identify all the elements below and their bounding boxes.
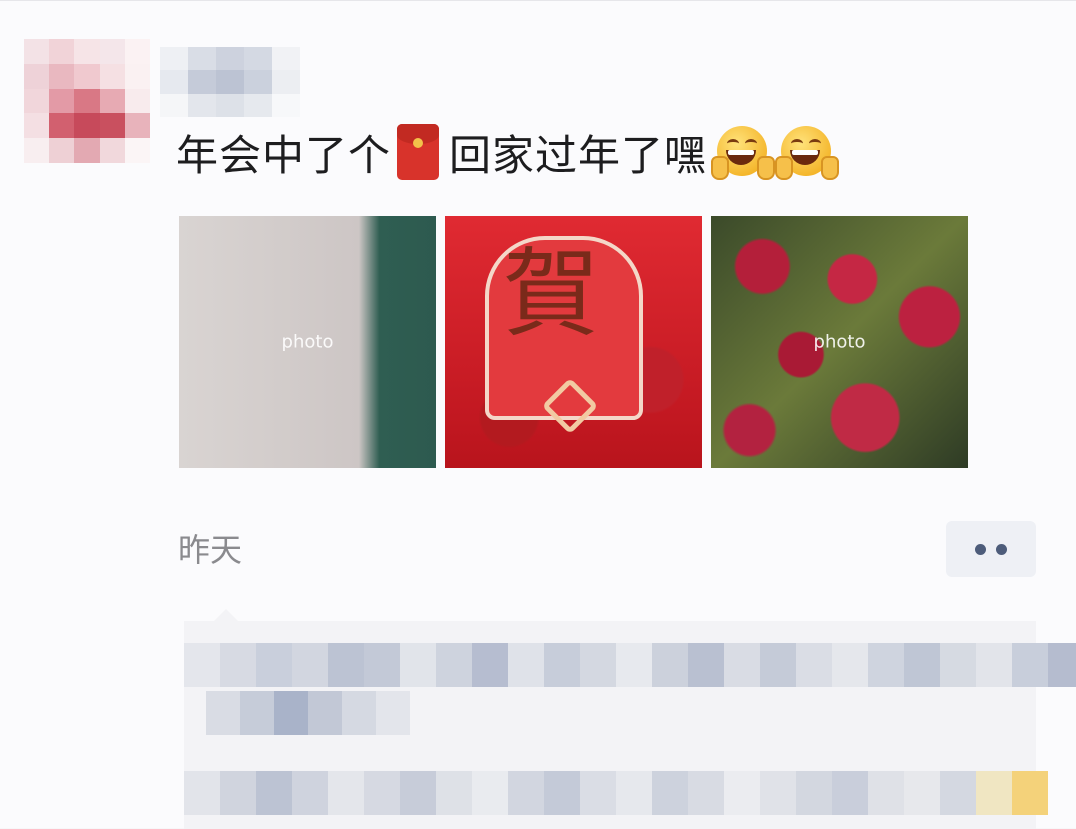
red-envelope-icon — [397, 124, 440, 180]
grinning-face-icon — [711, 122, 776, 182]
he-character: 賀 — [503, 238, 599, 350]
caption-text: 年会中了个 — [176, 130, 392, 180]
post-time: 昨天 — [178, 531, 243, 569]
more-actions-button[interactable] — [946, 521, 1036, 577]
moments-post: 年会中了个 回家过年了嘿 photo 賀 photo 昨天 — [0, 0, 1076, 829]
caption-text-2: 回家过年了嘿 — [449, 130, 708, 180]
photo-thumbnail-2[interactable]: 賀 — [445, 216, 702, 468]
comments-area-blurred — [184, 609, 1076, 829]
more-dot-icon — [975, 543, 986, 555]
username-blurred[interactable] — [160, 47, 300, 117]
photo-placeholder-label: photo — [813, 331, 866, 353]
avatar[interactable] — [24, 39, 150, 163]
grinning-face-icon — [775, 122, 840, 182]
photo-thumbnail-3[interactable]: photo — [711, 216, 968, 468]
photo-placeholder-label: photo — [281, 331, 334, 353]
post-caption: 年会中了个 回家过年了嘿 — [176, 121, 840, 183]
photo-grid: photo 賀 photo — [179, 216, 968, 468]
more-dot-icon — [996, 543, 1007, 555]
photo-thumbnail-1[interactable]: photo — [179, 216, 436, 468]
